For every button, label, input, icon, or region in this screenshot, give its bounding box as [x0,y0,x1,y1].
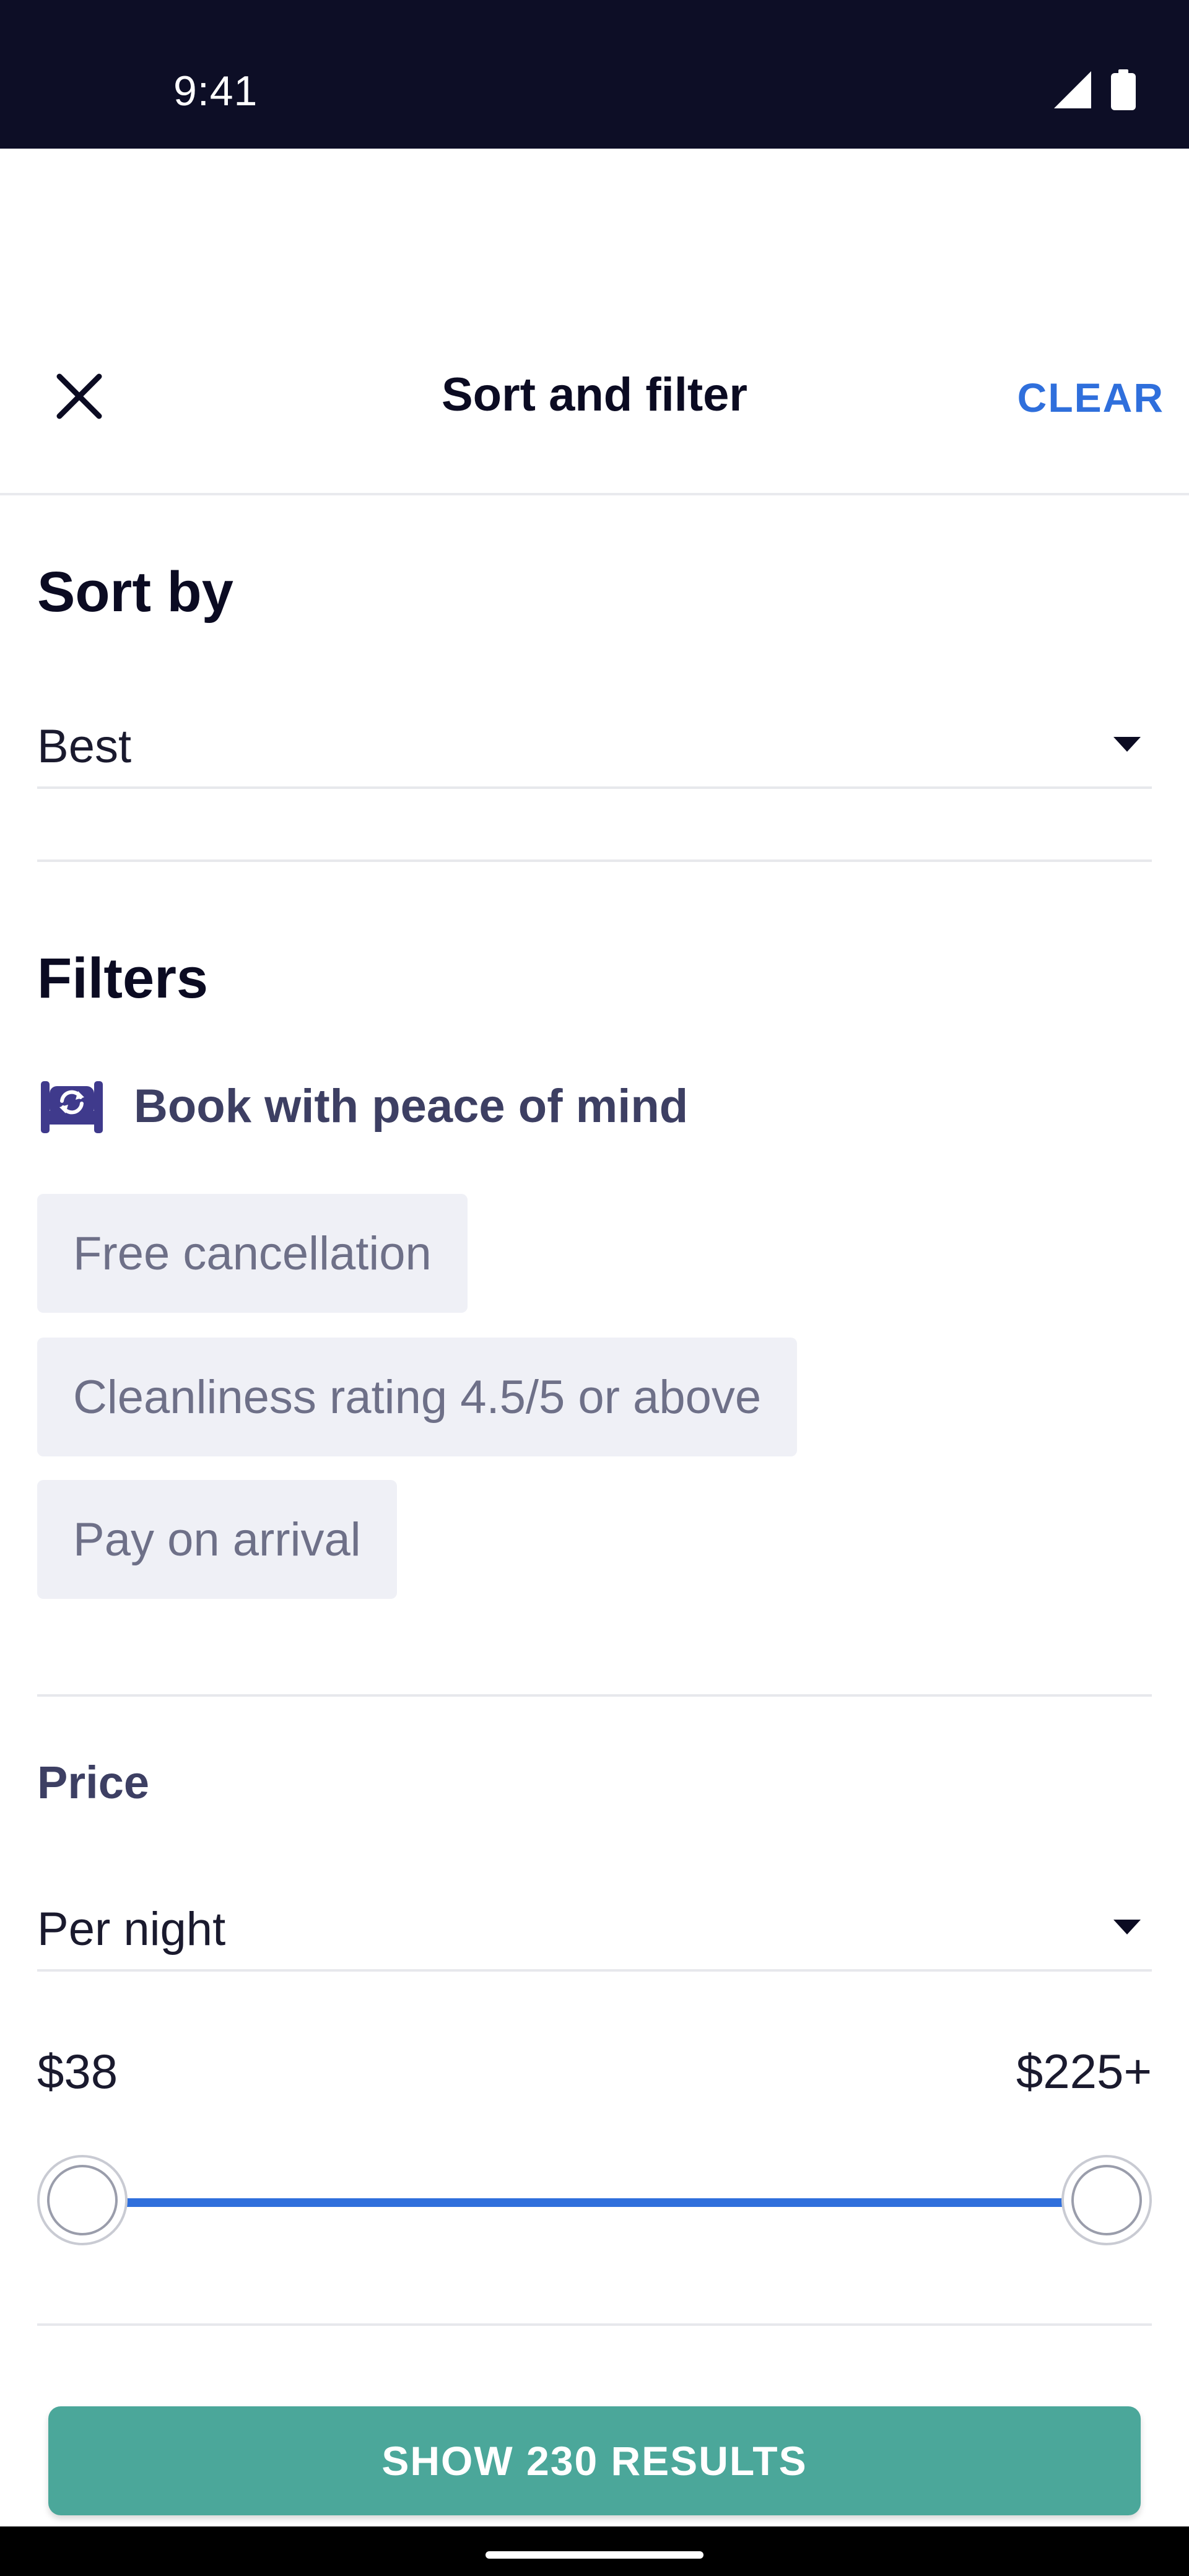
header: Sort and filter CLEAR [0,322,1189,495]
system-nav-bar [0,2526,1189,2576]
sort-select[interactable]: Best [37,720,1152,789]
home-indicator[interactable] [486,2551,703,2559]
status-bar: 9:41 [0,0,1189,149]
status-time: 9:41 [173,67,258,115]
filter-chip-pay-on-arrival[interactable]: Pay on arrival [37,1480,397,1599]
price-mode-select[interactable]: Per night [37,1902,1152,1972]
price-min-label: $38 [37,2044,118,2099]
show-results-button[interactable]: SHOW 230 RESULTS [48,2406,1141,2515]
slider-min-handle[interactable] [37,2155,128,2245]
divider [37,859,1152,862]
chevron-down-icon [1113,1920,1141,1934]
filter-chip-free-cancellation[interactable]: Free cancellation [37,1194,468,1313]
divider [37,2323,1152,2326]
battery-icon [1111,69,1136,110]
slider-track [87,2198,1102,2207]
sort-selected-value: Best [37,720,132,773]
page-title: Sort and filter [441,368,748,421]
status-icons [1054,69,1136,110]
price-max-label: $225+ [1016,2044,1152,2099]
chevron-down-icon [1113,737,1141,752]
slider-max-handle[interactable] [1061,2155,1152,2245]
price-mode-value: Per night [37,1903,226,1956]
peace-of-mind-row: Book with peace of mind [37,1076,688,1136]
sort-by-heading: Sort by [37,560,233,624]
divider [37,1694,1152,1697]
bed-refresh-icon [41,1081,103,1133]
peace-of-mind-label: Book with peace of mind [134,1079,689,1133]
clear-button[interactable]: CLEAR [1017,374,1164,421]
price-range-slider[interactable] [37,2152,1152,2252]
filters-heading: Filters [37,947,209,1010]
filter-chip-cleanliness[interactable]: Cleanliness rating 4.5/5 or above [37,1338,798,1456]
signal-icon [1054,71,1091,108]
price-heading: Price [37,1757,150,1808]
